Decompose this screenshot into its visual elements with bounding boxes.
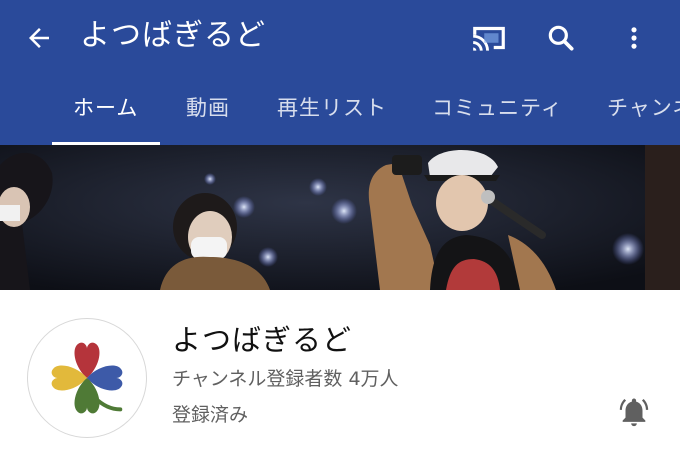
more-vert-icon xyxy=(631,27,637,49)
channel-avatar[interactable] xyxy=(27,318,147,438)
app-bar: よつばぎるど ホーム 動画 再生リスト コミュニティ チャンネル xyxy=(0,0,680,145)
channel-tabs: ホーム 動画 再生リスト コミュニティ チャンネル xyxy=(0,72,680,145)
channel-title: よつばぎるど xyxy=(80,18,266,53)
tab-videos[interactable]: 動画 xyxy=(186,72,230,145)
arrow-back-icon xyxy=(29,28,49,48)
channel-info: よつばぎるど チャンネル登録者数 4万人 登録済み xyxy=(0,290,680,461)
search-icon xyxy=(548,25,574,51)
channel-name: よつばぎるど xyxy=(172,323,353,357)
cast-icon xyxy=(473,26,505,51)
more-options-button[interactable] xyxy=(610,14,658,62)
subscribed-button[interactable]: 登録済み xyxy=(172,400,248,427)
subscriber-count: チャンネル登録者数 4万人 xyxy=(172,368,399,390)
banner-image xyxy=(0,145,680,290)
tab-community[interactable]: コミュニティ xyxy=(432,72,563,145)
channel-banner xyxy=(0,145,680,290)
tab-home[interactable]: ホーム xyxy=(73,72,138,145)
tab-channels[interactable]: チャンネル xyxy=(607,72,680,145)
clover-logo-icon xyxy=(51,342,123,414)
tab-playlists[interactable]: 再生リスト xyxy=(277,72,387,145)
notification-bell-icon xyxy=(619,398,649,427)
search-button[interactable] xyxy=(537,14,585,62)
back-button[interactable] xyxy=(14,18,64,58)
cast-button[interactable] xyxy=(465,14,513,62)
notification-bell-button[interactable] xyxy=(612,390,656,434)
